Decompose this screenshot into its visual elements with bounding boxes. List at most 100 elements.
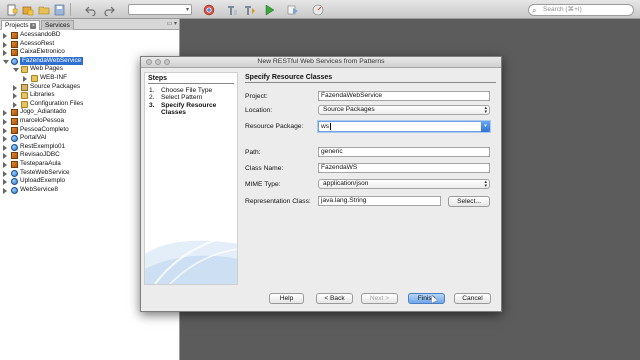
- expand-closed-icon[interactable]: [3, 41, 7, 48]
- tab-services-label: Services: [45, 22, 70, 29]
- tree-item-label: WebService8: [20, 185, 58, 193]
- cube-icon: [11, 109, 18, 117]
- folder-icon: [21, 100, 28, 108]
- path-field[interactable]: generic: [318, 147, 490, 157]
- expand-closed-icon[interactable]: [3, 153, 7, 160]
- resource-package-value: ws: [321, 123, 330, 130]
- mime-type-select[interactable]: application/json ▴ ▾: [318, 179, 490, 189]
- tree-item-label: RevisaoJDBC: [20, 151, 60, 159]
- updown-icon: ▴ ▾: [484, 179, 487, 189]
- undo-icon[interactable]: [84, 3, 97, 16]
- save-all-icon[interactable]: [53, 3, 66, 16]
- run-icon[interactable]: [262, 3, 275, 16]
- steps-panel: Steps 1. Choose File Type 2. Select Pattern…: [144, 72, 238, 285]
- cube-icon: [11, 32, 18, 39]
- representation-class-field[interactable]: java.lang.String: [318, 196, 441, 206]
- resource-package-input[interactable]: ws ▾: [318, 121, 490, 132]
- step-number: 1.: [149, 87, 155, 94]
- finish-button[interactable]: Finish: [408, 293, 445, 304]
- debug-icon[interactable]: [286, 3, 299, 16]
- cube-icon: [11, 117, 18, 125]
- resource-classes-panel: Specify Resource Classes Project: Fazend…: [242, 72, 499, 285]
- steps-list: 1. Choose File Type 2. Select Pattern 3. Spec…: [149, 87, 233, 117]
- globe-icon: [11, 135, 18, 143]
- panel-tabs: Projects × Services ▭ ▾: [0, 19, 179, 30]
- cancel-button[interactable]: Cancel: [454, 293, 491, 304]
- expand-closed-icon[interactable]: [3, 187, 7, 194]
- step-number: 3.: [149, 101, 155, 109]
- close-tab-icon[interactable]: ×: [30, 23, 37, 29]
- next-button[interactable]: Next >: [361, 293, 398, 304]
- tree-item-label: PessoaCompleto: [20, 125, 69, 133]
- updown-icon: ▴ ▾: [484, 105, 487, 115]
- tab-projects-label: Projects: [5, 22, 29, 29]
- tree-item-label: AcessoRest: [20, 39, 55, 47]
- class-name-field[interactable]: FazendaWS: [318, 163, 490, 173]
- expand-open-icon[interactable]: [3, 59, 9, 64]
- globe-icon: [11, 143, 18, 151]
- resource-package-label: Resource Package:: [245, 123, 304, 130]
- cube-icon: [11, 40, 18, 48]
- steps-header: Steps: [148, 75, 234, 84]
- expand-closed-icon[interactable]: [3, 110, 7, 117]
- project-label: Project:: [245, 93, 268, 100]
- tree-item-label: UploadExemplo: [20, 177, 66, 185]
- dropdown-arrow-icon[interactable]: ▾: [481, 121, 490, 132]
- dialog-title: New RESTful Web Services from Patterns: [257, 58, 385, 65]
- mime-type-label: MIME Type:: [245, 181, 281, 188]
- tab-projects[interactable]: Projects ×: [1, 20, 41, 30]
- new-file-icon[interactable]: [5, 3, 18, 16]
- expand-closed-icon[interactable]: [13, 84, 17, 91]
- new-rest-ws-dialog: New RESTful Web Services from Patterns S…: [140, 56, 502, 312]
- main-toolbar: ▾ ⌕ Search (⌘+I): [0, 0, 640, 19]
- tree-row[interactable]: AcessoRest: [0, 40, 179, 49]
- redo-icon[interactable]: [102, 3, 115, 16]
- build-icon[interactable]: [243, 3, 256, 16]
- expand-closed-icon[interactable]: [3, 179, 7, 186]
- expand-closed-icon[interactable]: [3, 170, 7, 177]
- globe-icon: [11, 57, 18, 65]
- configuration-select[interactable]: ▾: [128, 4, 192, 15]
- search-input[interactable]: ⌕ Search (⌘+I): [528, 4, 634, 16]
- profile-icon[interactable]: [311, 3, 324, 16]
- cube-icon: [11, 126, 18, 134]
- globe-icon: [11, 186, 18, 194]
- panel-controls-icon[interactable]: ▭ ▾: [167, 20, 177, 27]
- tree-item-label: AcessandoBD: [20, 31, 61, 38]
- expand-closed-icon[interactable]: [3, 50, 7, 57]
- expand-closed-icon[interactable]: [3, 118, 7, 125]
- step-item: 2. Select Pattern: [149, 94, 233, 101]
- project-field[interactable]: FazendaWebService: [318, 91, 490, 101]
- tree-item-label: TesteparaAula: [20, 159, 61, 167]
- text-caret: [329, 122, 331, 130]
- tree-item-label: Jogo_Adiantado: [20, 108, 67, 116]
- path-label: Path:: [245, 149, 261, 156]
- expand-closed-icon[interactable]: [3, 144, 7, 151]
- expand-open-icon[interactable]: [13, 68, 19, 73]
- clean-build-icon[interactable]: [225, 3, 238, 16]
- location-select[interactable]: Source Packages ▴ ▾: [318, 105, 490, 115]
- location-label: Location:: [245, 107, 273, 114]
- expand-closed-icon[interactable]: [3, 136, 7, 143]
- expand-closed-icon[interactable]: [13, 93, 17, 100]
- expand-closed-icon[interactable]: [23, 75, 27, 82]
- expand-closed-icon[interactable]: [3, 33, 7, 39]
- help-button[interactable]: Help: [269, 293, 304, 304]
- select-button[interactable]: Select...: [448, 196, 490, 207]
- tree-row[interactable]: AcessandoBD: [0, 31, 179, 40]
- open-project-icon[interactable]: [37, 3, 50, 16]
- folder-icon: [21, 92, 28, 100]
- globe-icon: [11, 178, 18, 186]
- new-project-icon[interactable]: [21, 3, 34, 16]
- tree-item-label: WEB-INF: [40, 73, 67, 81]
- tab-services[interactable]: Services: [41, 20, 74, 30]
- expand-closed-icon[interactable]: [13, 101, 17, 108]
- search-icon: ⌕: [532, 6, 537, 15]
- back-button[interactable]: < Back: [316, 293, 353, 304]
- cube-icon: [11, 49, 18, 57]
- expand-closed-icon[interactable]: [3, 127, 7, 134]
- tree-item-label: CaixaEletronico: [20, 48, 65, 56]
- browser-icon[interactable]: [202, 3, 215, 16]
- expand-closed-icon[interactable]: [3, 161, 7, 168]
- tree-item-label: Web Pages: [30, 65, 63, 73]
